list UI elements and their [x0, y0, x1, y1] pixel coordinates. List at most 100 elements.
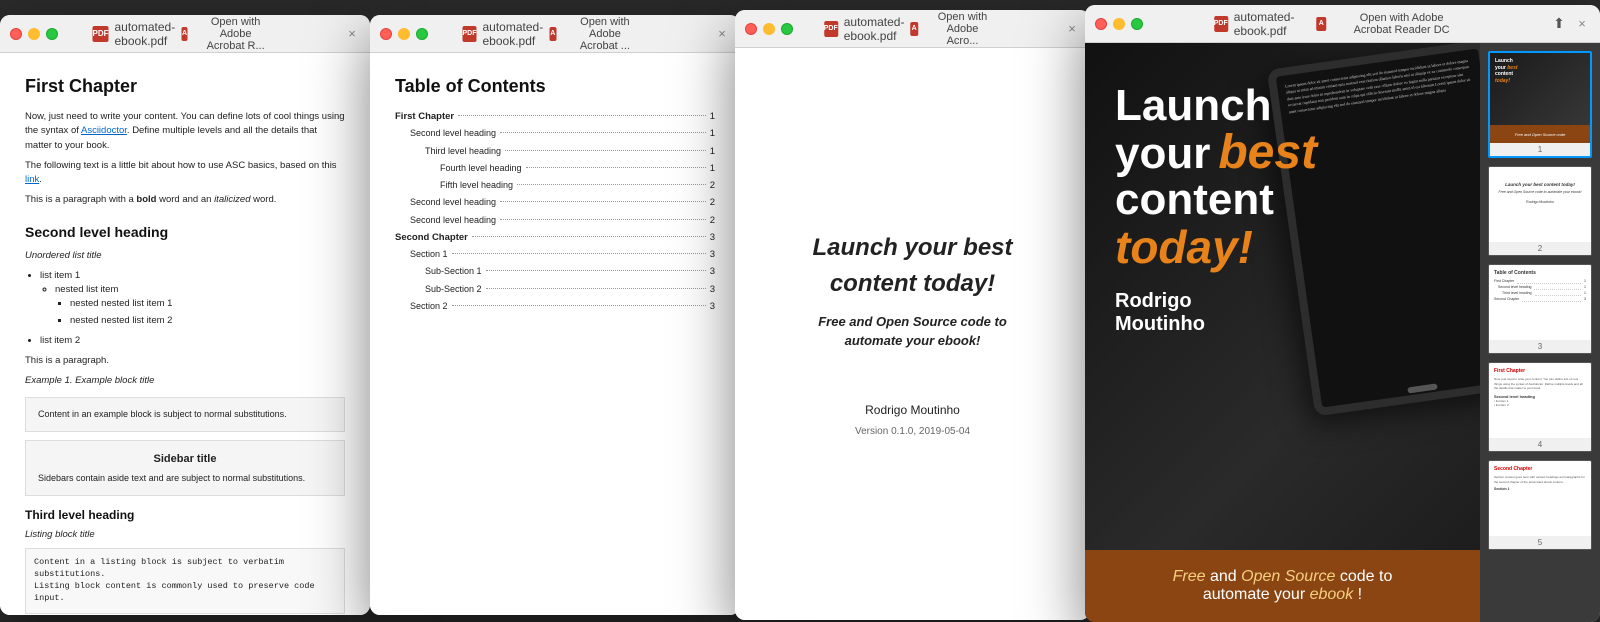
- window-2: PDF automated-ebook.pdf A Open with Adob…: [370, 15, 740, 615]
- toc-dots-5: [500, 201, 706, 202]
- maximize-button-2[interactable]: [416, 28, 428, 40]
- titlebar-center-2: PDF automated-ebook.pdf A Open with Adob…: [463, 15, 648, 54]
- footer-ebook: ebook: [1310, 586, 1354, 603]
- thumb-page-num-5: 5: [1489, 536, 1591, 549]
- thumb-page-3: Table of Contents First Chapter1 Second …: [1489, 265, 1591, 340]
- titlebar-center-1: PDF automated-ebook.pdf A Open with Adob…: [93, 15, 278, 54]
- pdf-icon-4: PDF: [1214, 16, 1228, 32]
- toc-page-3: 1: [710, 162, 715, 176]
- open-acrobat-btn-3[interactable]: Open with Adobe Acro...: [924, 10, 1002, 49]
- open-acrobat-btn-4[interactable]: Open with Adobe Acrobat Reader DC: [1332, 10, 1471, 38]
- toc-label-3: Fourth level heading: [440, 162, 522, 176]
- thumbnail-5-section[interactable]: Second Chapter Section content goes here…: [1488, 460, 1592, 550]
- toc-page-0: 1: [710, 110, 715, 124]
- close-x-4[interactable]: ×: [1574, 16, 1590, 32]
- close-x-2[interactable]: ×: [714, 26, 730, 42]
- maximize-button-1[interactable]: [46, 28, 58, 40]
- filename-2: automated-ebook.pdf: [483, 20, 544, 48]
- intro-paragraph: Now, just need to write your content. Yo…: [25, 110, 345, 153]
- filename-1: automated-ebook.pdf: [115, 20, 176, 48]
- toc-label-8: Section 1: [410, 248, 448, 262]
- close-button-1[interactable]: [10, 28, 22, 40]
- thumb-title-content: Launch your best content today! Free and…: [1494, 182, 1586, 205]
- traffic-lights-1[interactable]: [10, 28, 58, 40]
- titlebar-4: PDF automated-ebook.pdf A Open with Adob…: [1085, 5, 1600, 43]
- titlebar-2: PDF automated-ebook.pdf A Open with Adob…: [370, 15, 740, 53]
- cover-footer: Free and Open Source code toautomate you…: [1085, 550, 1480, 622]
- thumb-page-num-3: 3: [1489, 340, 1591, 353]
- pdf-content-2: Table of Contents First Chapter 1 Second…: [370, 53, 740, 615]
- thumbnail-2-title[interactable]: Launch your best content today! Free and…: [1488, 166, 1592, 256]
- cover-line2-row: your best: [1115, 129, 1317, 177]
- traffic-lights-4[interactable]: [1095, 18, 1143, 30]
- toc-dots-6: [500, 219, 706, 220]
- minimize-button-1[interactable]: [28, 28, 40, 40]
- toc-entry-1: Second level heading 1: [395, 127, 715, 141]
- toc-label-2: Third level heading: [425, 145, 501, 159]
- thumb-toc-2: Second level heading1: [1494, 285, 1586, 290]
- toc-label-5: Second level heading: [410, 196, 496, 210]
- asciidoctor-link[interactable]: Asciidoctor: [81, 125, 127, 136]
- open-acrobat-btn-2[interactable]: Open with Adobe Acrobat ...: [562, 15, 647, 54]
- para-2: The following text is a little bit about…: [25, 159, 345, 188]
- toc-label-6: Second level heading: [410, 214, 496, 228]
- toc-entry-5: Second level heading 2: [395, 196, 715, 210]
- toc-dots-3: [526, 167, 706, 168]
- thumb-toc-4: Second Chapter3: [1494, 297, 1586, 302]
- close-x-3[interactable]: ×: [1064, 21, 1080, 37]
- close-button-2[interactable]: [380, 28, 392, 40]
- nested-nested-2: nested nested list item 2: [70, 314, 345, 328]
- acrobat-icon-3: A: [910, 22, 917, 36]
- traffic-lights-2[interactable]: [380, 28, 428, 40]
- link-2[interactable]: link: [25, 174, 39, 185]
- acrobat-icon-1: A: [181, 27, 188, 41]
- list-item-1: list item 1 nested list item nested nest…: [40, 269, 345, 328]
- pdf-content-1: First Chapter Now, just need to write yo…: [0, 53, 370, 615]
- close-button-4[interactable]: [1095, 18, 1107, 30]
- thumbnail-1-cover[interactable]: Launch your best content today! Free and…: [1488, 51, 1592, 158]
- titlebar-right-2: ×: [714, 26, 730, 42]
- share-button[interactable]: ⬆: [1549, 14, 1569, 34]
- minimize-button-3[interactable]: [763, 23, 775, 35]
- toc-entry-9: Sub-Section 1 3: [395, 265, 715, 279]
- nested-list: nested list item nested nested list item…: [55, 283, 345, 328]
- thumbnail-3-toc[interactable]: Table of Contents First Chapter1 Second …: [1488, 264, 1592, 354]
- close-button-3[interactable]: [745, 23, 757, 35]
- cover-best: best: [1218, 129, 1317, 177]
- thumb-cover-preview: Launch your best content today! Free and…: [1490, 53, 1590, 143]
- close-x-1[interactable]: ×: [344, 26, 360, 42]
- chapter-title: First Chapter: [25, 73, 345, 100]
- thumb-section-title: Second Chapter: [1494, 466, 1586, 473]
- toc-page-4: 2: [710, 179, 715, 193]
- minimize-button-2[interactable]: [398, 28, 410, 40]
- thumb-toc-title: Table of Contents: [1494, 270, 1586, 277]
- titlebar-right-1: ×: [344, 26, 360, 42]
- example-block-title: Example 1. Example block title: [25, 374, 345, 388]
- toc-page-5: 2: [710, 196, 715, 210]
- h3-third-level: Third level heading: [25, 506, 345, 524]
- book-author: Rodrigo Moutinho: [865, 401, 960, 419]
- toc-page-11: 3: [710, 300, 715, 314]
- toc-entry-11: Section 2 3: [395, 300, 715, 314]
- cover-main: Lorem ipsum dolor sit amet consectetur a…: [1085, 43, 1480, 622]
- maximize-button-3[interactable]: [781, 23, 793, 35]
- titlebar-center-4: PDF automated-ebook.pdf A Open with Adob…: [1214, 10, 1472, 38]
- open-acrobat-btn-1[interactable]: Open with Adobe Acrobat R...: [194, 15, 278, 54]
- thumbnail-panel[interactable]: Launch your best content today! Free and…: [1480, 43, 1600, 622]
- titlebar-1: PDF automated-ebook.pdf A Open with Adob…: [0, 15, 370, 53]
- thumbnail-4-chapter[interactable]: First Chapter Now, just need to write yo…: [1488, 362, 1592, 452]
- cover-today: today!: [1115, 224, 1317, 270]
- toc-label-11: Section 2: [410, 300, 448, 314]
- h2-second-level: Second level heading: [25, 222, 345, 243]
- traffic-lights-3[interactable]: [745, 23, 793, 35]
- titlebar-right-3: ×: [1064, 21, 1080, 37]
- window-4: PDF automated-ebook.pdf A Open with Adob…: [1085, 5, 1600, 622]
- toc-page-1: 1: [710, 127, 715, 141]
- toc-label-4: Fifth level heading: [440, 179, 513, 193]
- toc-entry-7: Second Chapter 3: [395, 231, 715, 245]
- minimize-button-4[interactable]: [1113, 18, 1125, 30]
- filename-4: automated-ebook.pdf: [1234, 10, 1311, 38]
- maximize-button-4[interactable]: [1131, 18, 1143, 30]
- thumb-toc-1: First Chapter1: [1494, 279, 1586, 284]
- toc-dots-2: [505, 150, 706, 151]
